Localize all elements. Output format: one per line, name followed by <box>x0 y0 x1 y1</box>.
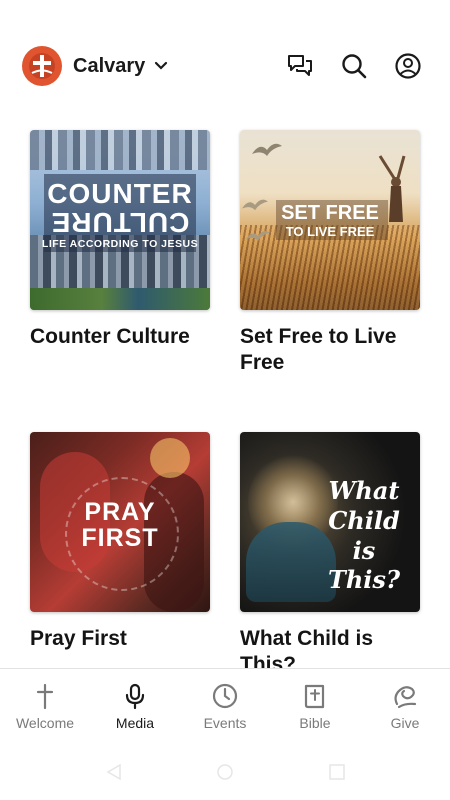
chat-bubbles-icon <box>288 55 312 76</box>
art-text: What <box>328 476 400 505</box>
home-icon[interactable] <box>215 762 235 782</box>
media-title: Counter Culture <box>30 325 190 348</box>
nav-label: Give <box>390 715 420 731</box>
media-title: Set Free to Live Free <box>240 325 397 374</box>
bird-icon <box>252 143 282 156</box>
art-background <box>150 438 190 478</box>
nav-label: Welcome <box>15 715 75 731</box>
chevron-down-icon <box>155 61 168 70</box>
media-title: Pray First <box>30 627 127 650</box>
art-text: FIRST <box>81 524 159 552</box>
church-switcher[interactable]: Calvary <box>22 45 169 87</box>
app-screen: Calvary COUNTER CULTURE LIFE ACCORDING T… <box>0 0 450 800</box>
nav-label: Bible <box>299 715 331 731</box>
profile-button[interactable] <box>394 52 422 80</box>
cross-icon <box>30 681 60 711</box>
art-text: PRAY <box>84 498 156 526</box>
series-artwork: PRAY FIRST <box>30 432 210 612</box>
top-app-bar: Calvary <box>0 40 450 92</box>
microphone-icon <box>120 681 150 711</box>
back-icon[interactable] <box>104 762 124 782</box>
clock-icon <box>210 681 240 711</box>
media-card-what-child[interactable]: What Child is This? What Child is This? <box>240 432 420 678</box>
art-background <box>30 288 210 310</box>
media-card-counter-culture[interactable]: COUNTER CULTURE LIFE ACCORDING TO JESUS … <box>30 130 210 350</box>
nav-label: Media <box>115 715 155 731</box>
bottom-navigation: Welcome Media Events Bible Give <box>0 668 450 749</box>
media-card-set-free[interactable]: SET FREE TO LIVE FREE Set Free to Live F… <box>240 130 420 376</box>
account-icon <box>395 53 421 79</box>
church-name: Calvary <box>73 54 146 77</box>
art-text: TO LIVE FREE <box>285 224 375 239</box>
nav-item-events[interactable]: Events <box>180 669 270 749</box>
series-artwork: What Child is This? <box>240 432 420 612</box>
series-artwork: COUNTER CULTURE LIFE ACCORDING TO JESUS <box>30 130 210 310</box>
nav-item-media[interactable]: Media <box>90 669 180 749</box>
recents-icon[interactable] <box>327 762 347 782</box>
art-text: is This? <box>328 536 400 594</box>
messages-button[interactable] <box>286 52 314 80</box>
nav-item-give[interactable]: Give <box>360 669 450 749</box>
system-navigation-bar <box>0 752 450 800</box>
art-text: Child <box>328 506 400 535</box>
search-button[interactable] <box>340 52 368 80</box>
art-text: CULTURE <box>50 207 190 238</box>
series-artwork: SET FREE TO LIVE FREE <box>240 130 420 310</box>
give-icon <box>390 681 420 711</box>
bible-icon <box>300 681 330 711</box>
search-icon <box>342 54 367 79</box>
nav-item-bible[interactable]: Bible <box>270 669 360 749</box>
art-text: SET FREE <box>281 202 379 224</box>
header-actions <box>286 52 422 80</box>
art-text: LIFE ACCORDING TO JESUS <box>41 238 199 250</box>
media-card-pray-first[interactable]: PRAY FIRST Pray First <box>30 432 210 652</box>
church-logo <box>22 46 62 86</box>
art-background <box>30 130 210 170</box>
nav-label: Events <box>203 715 247 731</box>
nav-item-welcome[interactable]: Welcome <box>0 669 90 749</box>
